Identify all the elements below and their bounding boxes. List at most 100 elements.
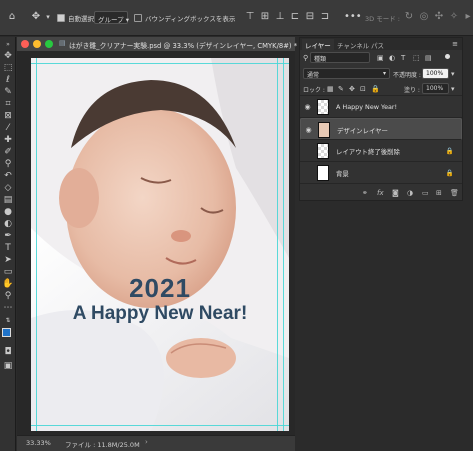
document-tab[interactable]: ▤ はがき雛_クリアナー実験.psd @ 33.3% (デザインレイヤー, CM… xyxy=(17,37,297,51)
zoom-level[interactable]: 33.33% xyxy=(26,439,51,447)
tool-preset-chevron-icon[interactable]: ▾ xyxy=(42,11,54,23)
quick-mask-icon[interactable]: ◘ xyxy=(2,347,14,358)
eyedropper-tool-icon[interactable]: ⁄ xyxy=(2,123,14,134)
path-select-tool-icon[interactable]: ➤ xyxy=(2,255,14,266)
new-layer-icon[interactable]: ⊞ xyxy=(436,189,442,197)
layer-name: 背景 xyxy=(336,170,349,178)
pen-tool-icon[interactable]: ✒ xyxy=(2,231,14,242)
year-text[interactable]: 2021 xyxy=(31,273,289,304)
screen-mode-icon[interactable]: ▣ xyxy=(2,361,14,372)
move-tool-icon[interactable]: ✥ xyxy=(2,51,14,62)
maximize-window-button[interactable] xyxy=(45,40,53,48)
marquee-tool-icon[interactable]: ⬚ xyxy=(2,63,14,74)
bounding-box-checkbox[interactable] xyxy=(134,14,142,22)
more-options-icon[interactable]: ••• xyxy=(344,11,362,23)
align-vcenter-icon[interactable]: ⊞ xyxy=(259,11,271,23)
delete-layer-icon[interactable]: 🗑 xyxy=(450,189,459,197)
guide-line[interactable] xyxy=(36,58,37,431)
healing-brush-tool-icon[interactable]: ✚ xyxy=(2,135,14,146)
tab-channels[interactable]: チャンネル xyxy=(334,39,372,50)
status-menu-chevron-icon[interactable]: › xyxy=(145,438,148,446)
frame-tool-icon[interactable]: ⊠ xyxy=(2,111,14,122)
filter-pixel-icon[interactable]: ▣ xyxy=(377,54,384,62)
visibility-eye-icon[interactable]: ◉ xyxy=(303,103,312,111)
move-tool-icon[interactable]: ✥ xyxy=(30,11,42,23)
edit-toolbar-icon[interactable]: ⋯ xyxy=(2,303,14,314)
close-window-button[interactable] xyxy=(21,40,29,48)
gradient-tool-icon[interactable]: ▤ xyxy=(2,195,14,206)
status-bar: 33.33% ファイル : 11.8M/25.0M › xyxy=(17,435,295,451)
clone-stamp-tool-icon[interactable]: ⚲ xyxy=(2,159,14,170)
collapse-tools-icon[interactable]: » xyxy=(2,39,14,50)
history-brush-tool-icon[interactable]: ↶ xyxy=(2,171,14,182)
options-bar: ⌂ ✥ ▾ 自動選択 : グループ ▾ バウンディングボックスを表示 ⊤ ⊞ ⊥… xyxy=(0,0,473,36)
lock-pixels-icon[interactable]: ✎ xyxy=(338,85,344,93)
lasso-tool-icon[interactable]: ℓ xyxy=(2,75,14,86)
filter-adjustment-icon[interactable]: ◐ xyxy=(389,54,395,62)
guide-line[interactable] xyxy=(31,63,289,64)
layer-kind-dropdown[interactable]: 種類 xyxy=(310,52,370,63)
guide-line[interactable] xyxy=(277,58,278,431)
scale-3d-icon[interactable]: ▸ xyxy=(462,11,473,23)
tab-layers[interactable]: レイヤー xyxy=(302,39,334,50)
filter-shape-icon[interactable]: ⬚ xyxy=(413,54,420,62)
align-left-icon[interactable]: ⊏ xyxy=(289,11,301,23)
lock-position-icon[interactable]: ✥ xyxy=(349,85,355,93)
lock-all-icon[interactable]: 🔒 xyxy=(371,85,380,93)
layer-thumbnail xyxy=(318,122,330,138)
dodge-tool-icon[interactable]: ◐ xyxy=(2,219,14,230)
lock-transparent-icon[interactable]: ▦ xyxy=(327,85,334,93)
layer-style-icon[interactable]: fx xyxy=(377,189,384,197)
fill-input[interactable]: 100% xyxy=(422,83,449,94)
pan-3d-icon[interactable]: ✣ xyxy=(433,11,445,23)
filter-smart-object-icon[interactable]: ▤ xyxy=(425,54,432,62)
guide-line[interactable] xyxy=(283,58,284,431)
orbit-3d-icon[interactable]: ↻ xyxy=(403,11,415,23)
greeting-text[interactable]: A Happy New Near! xyxy=(31,303,289,325)
default-colors-icon[interactable]: ⇅ xyxy=(2,315,14,326)
blend-row: 通常 ▾ 不透明度 : 100% ▾ xyxy=(300,66,462,81)
eraser-tool-icon[interactable]: ◇ xyxy=(2,183,14,194)
link-layers-icon[interactable]: ⚭ xyxy=(362,189,368,197)
layer-row-design[interactable]: ◉ デザインレイヤー xyxy=(300,118,462,140)
canvas-image[interactable]: 2021 A Happy New Near! xyxy=(31,58,289,431)
visibility-eye-icon[interactable]: ◉ xyxy=(304,126,313,134)
layer-row-background[interactable]: 背景 🔒 xyxy=(300,162,462,184)
layer-row-layout-delete[interactable]: レイアウト終了後削除 🔒 xyxy=(300,140,462,162)
align-right-icon[interactable]: ⊐ xyxy=(319,11,331,23)
filter-toggle-icon[interactable] xyxy=(445,54,450,59)
foreground-color-swatch[interactable] xyxy=(2,328,11,337)
zoom-tool-icon[interactable]: ⚲ xyxy=(2,291,14,302)
minimize-window-button[interactable] xyxy=(33,40,41,48)
new-group-icon[interactable]: ▭ xyxy=(422,189,429,197)
crop-tool-icon[interactable]: ⌗ xyxy=(2,99,14,110)
type-tool-icon[interactable]: T xyxy=(2,243,14,254)
slide-3d-icon[interactable]: ✧ xyxy=(448,11,460,23)
tab-paths[interactable]: パス xyxy=(368,39,387,50)
blend-mode-dropdown[interactable]: 通常 ▾ xyxy=(303,68,390,79)
align-top-icon[interactable]: ⊤ xyxy=(244,11,256,23)
layer-row-happy-new-year[interactable]: ◉ A Happy New Year! xyxy=(300,96,462,118)
roll-3d-icon[interactable]: ◎ xyxy=(418,11,430,23)
guide-line[interactable] xyxy=(31,425,289,426)
fill-chevron-icon[interactable]: ▾ xyxy=(451,85,455,93)
opacity-chevron-icon[interactable]: ▾ xyxy=(451,70,455,78)
adjustment-layer-icon[interactable]: ◑ xyxy=(407,189,413,197)
rectangle-tool-icon[interactable]: ▭ xyxy=(2,267,14,278)
lock-artboard-icon[interactable]: ⊡ xyxy=(360,85,366,93)
auto-select-target-dropdown[interactable]: グループ ▾ xyxy=(94,11,129,24)
filter-type-icon[interactable]: T xyxy=(401,54,405,62)
align-hcenter-icon[interactable]: ⊟ xyxy=(304,11,316,23)
document-file-icon: ▤ xyxy=(59,39,66,47)
fill-label: 塗り : xyxy=(404,87,420,94)
panel-menu-icon[interactable]: ≡ xyxy=(452,40,458,48)
blur-tool-icon[interactable]: ● xyxy=(2,207,14,218)
auto-select-checkbox[interactable] xyxy=(57,14,65,22)
opacity-input[interactable]: 100% xyxy=(422,68,449,79)
home-icon[interactable]: ⌂ xyxy=(6,11,18,23)
add-mask-icon[interactable]: ◙ xyxy=(392,189,399,197)
align-bottom-icon[interactable]: ⊥ xyxy=(274,11,286,23)
quick-select-tool-icon[interactable]: ✎ xyxy=(2,87,14,98)
hand-tool-icon[interactable]: ✋ xyxy=(2,279,14,290)
brush-tool-icon[interactable]: ✐ xyxy=(2,147,14,158)
